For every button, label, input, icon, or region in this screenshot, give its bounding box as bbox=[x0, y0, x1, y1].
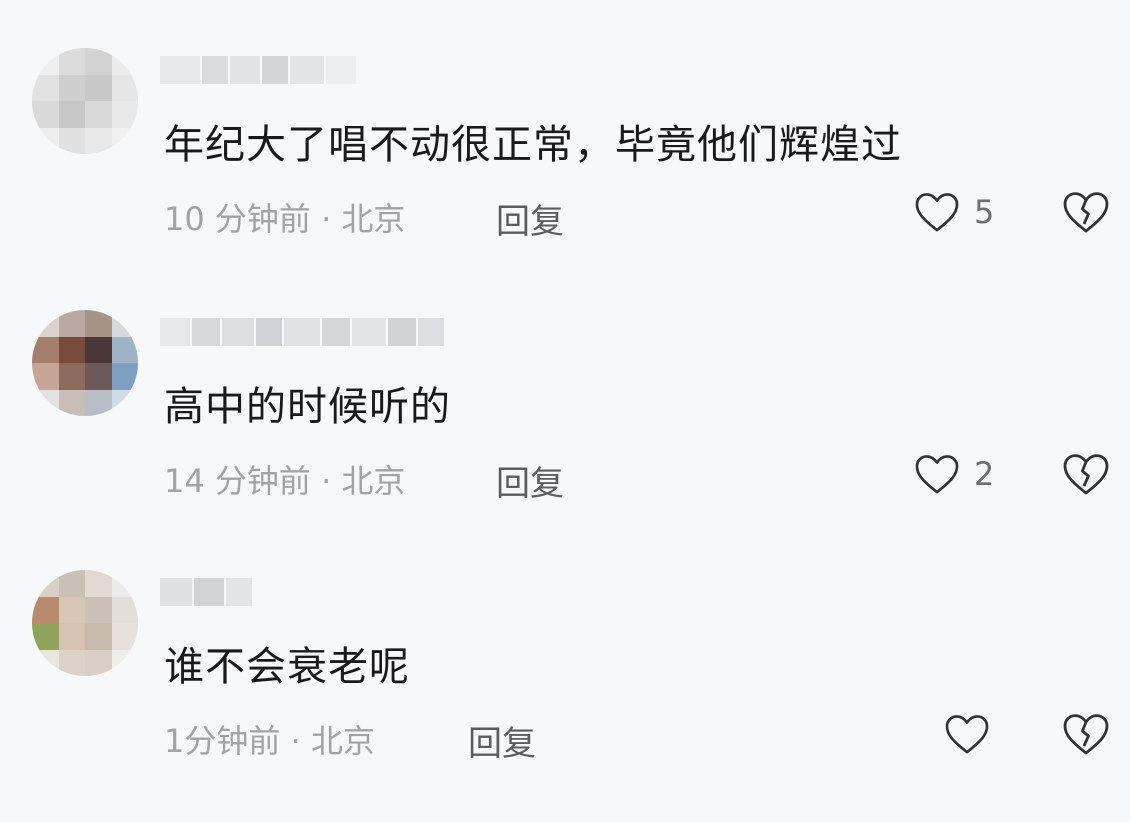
dislike-button[interactable] bbox=[1062, 452, 1110, 496]
heart-outline-icon bbox=[944, 713, 990, 755]
avatar[interactable] bbox=[32, 570, 138, 676]
meta-separator: · bbox=[280, 722, 311, 760]
broken-heart-icon bbox=[1062, 452, 1110, 496]
meta-separator: · bbox=[310, 200, 342, 238]
comment-meta: 10 分钟前 · 北京 bbox=[164, 194, 405, 240]
like-button[interactable]: 2 bbox=[914, 452, 994, 496]
heart-outline-icon bbox=[914, 191, 960, 233]
heart-outline-icon bbox=[914, 453, 960, 495]
broken-heart-icon bbox=[1062, 712, 1110, 756]
comment-location: 北京 bbox=[341, 462, 406, 500]
username-blurred[interactable] bbox=[160, 56, 356, 84]
reply-button[interactable]: 回复 bbox=[468, 716, 536, 765]
comment-time: 1分钟前 bbox=[164, 722, 281, 760]
broken-heart-icon bbox=[1062, 190, 1110, 234]
dislike-button[interactable] bbox=[1062, 190, 1110, 234]
comment-meta: 14 分钟前 · 北京 bbox=[164, 456, 405, 502]
like-button[interactable]: 5 bbox=[914, 190, 994, 234]
avatar[interactable] bbox=[32, 310, 138, 416]
comment-time: 10 分钟前 bbox=[164, 200, 311, 238]
comment-text: 高中的时候听的 bbox=[164, 384, 451, 430]
comment-text: 年纪大了唱不动很正常，毕竟他们辉煌过 bbox=[164, 122, 902, 168]
like-button[interactable] bbox=[944, 712, 1004, 756]
comment-meta: 1分钟前 · 北京 bbox=[164, 716, 375, 762]
comment-time: 14 分钟前 bbox=[164, 462, 311, 500]
reply-button[interactable]: 回复 bbox=[496, 456, 564, 505]
dislike-button[interactable] bbox=[1062, 712, 1110, 756]
like-count: 5 bbox=[974, 193, 995, 231]
comment-location: 北京 bbox=[310, 722, 375, 760]
comment-text: 谁不会衰老呢 bbox=[164, 644, 410, 690]
username-blurred[interactable] bbox=[160, 578, 252, 606]
username-blurred[interactable] bbox=[160, 318, 444, 346]
like-count: 2 bbox=[974, 455, 995, 493]
reply-button[interactable]: 回复 bbox=[496, 194, 564, 243]
avatar[interactable] bbox=[32, 48, 138, 154]
meta-separator: · bbox=[310, 462, 342, 500]
comment-location: 北京 bbox=[341, 200, 406, 238]
